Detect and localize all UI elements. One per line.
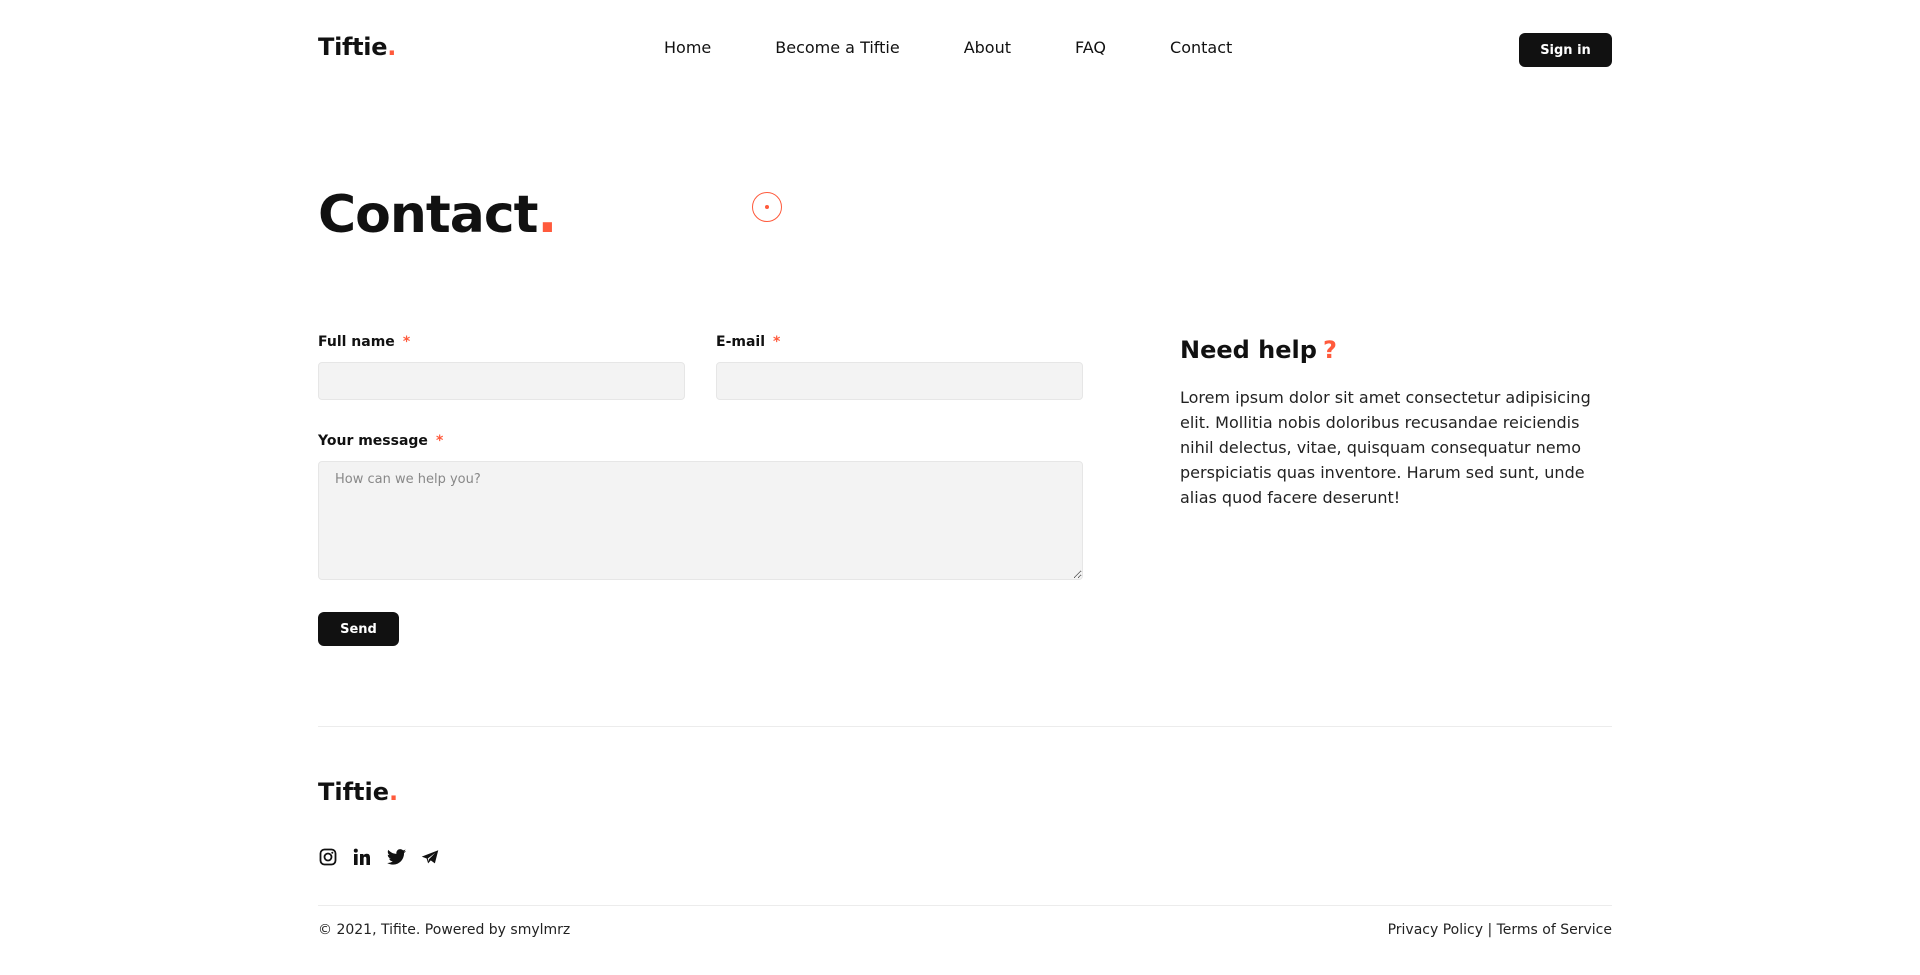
nav-about[interactable]: About — [964, 38, 1011, 57]
nav-contact[interactable]: Contact — [1170, 38, 1232, 57]
cursor-ring-icon — [752, 192, 782, 222]
fullname-input[interactable] — [318, 362, 685, 400]
footer-logo-text: Tiftie — [318, 778, 390, 806]
fullname-label: Full name * — [318, 334, 410, 350]
help-title-text: Need help — [1180, 336, 1317, 364]
logo-dot: . — [387, 33, 397, 61]
message-label: Your message * — [318, 433, 443, 449]
nav-become-a-tiftie[interactable]: Become a Tiftie — [775, 38, 899, 57]
send-button[interactable]: Send — [318, 612, 399, 646]
sign-in-button[interactable]: Sign in — [1519, 33, 1612, 67]
footer-logo-dot: . — [389, 778, 399, 806]
cursor-dot — [765, 205, 769, 209]
footer-divider-top — [318, 726, 1612, 727]
footer-logo-link[interactable]: Tiftie. — [318, 778, 398, 806]
site-header: Tiftie. Home Become a Tiftie About FAQ C… — [318, 0, 1612, 100]
email-required-mark: * — [773, 334, 781, 350]
message-textarea[interactable] — [318, 461, 1083, 580]
linkedin-icon[interactable] — [352, 847, 372, 867]
page-title: Contact. — [318, 185, 558, 245]
email-input[interactable] — [716, 362, 1083, 400]
help-question-mark: ? — [1322, 336, 1337, 364]
fullname-label-text: Full name — [318, 334, 395, 350]
legal-links: Privacy Policy | Terms of Service — [1388, 922, 1612, 938]
help-title: Need help? — [1180, 336, 1337, 364]
message-required-mark: * — [435, 433, 444, 449]
copyright-text: © 2021, Tifite. Powered by smylmrz — [318, 922, 571, 938]
twitter-icon[interactable] — [386, 847, 406, 867]
message-label-text: Your message — [318, 433, 428, 449]
email-label-text: E-mail — [716, 334, 766, 350]
logo-link[interactable]: Tiftie. — [318, 33, 396, 61]
page-title-dot: . — [537, 185, 558, 245]
nav-faq[interactable]: FAQ — [1075, 38, 1106, 57]
social-links — [318, 847, 454, 867]
page-title-text: Contact — [318, 185, 539, 245]
terms-of-service-link[interactable]: Terms of Service — [1497, 922, 1612, 938]
fullname-required-mark: * — [402, 334, 411, 350]
telegram-icon[interactable] — [420, 847, 440, 867]
main-nav: Home Become a Tiftie About FAQ Contact — [664, 38, 1296, 57]
footer-divider-bottom — [318, 905, 1612, 906]
legal-separator: | — [1487, 922, 1493, 938]
logo-text: Tiftie — [318, 33, 388, 61]
instagram-icon[interactable] — [318, 847, 338, 867]
nav-home[interactable]: Home — [664, 38, 711, 57]
privacy-policy-link[interactable]: Privacy Policy — [1388, 922, 1483, 938]
help-description: Lorem ipsum dolor sit amet consectetur a… — [1180, 388, 1591, 507]
email-label: E-mail * — [716, 334, 780, 350]
